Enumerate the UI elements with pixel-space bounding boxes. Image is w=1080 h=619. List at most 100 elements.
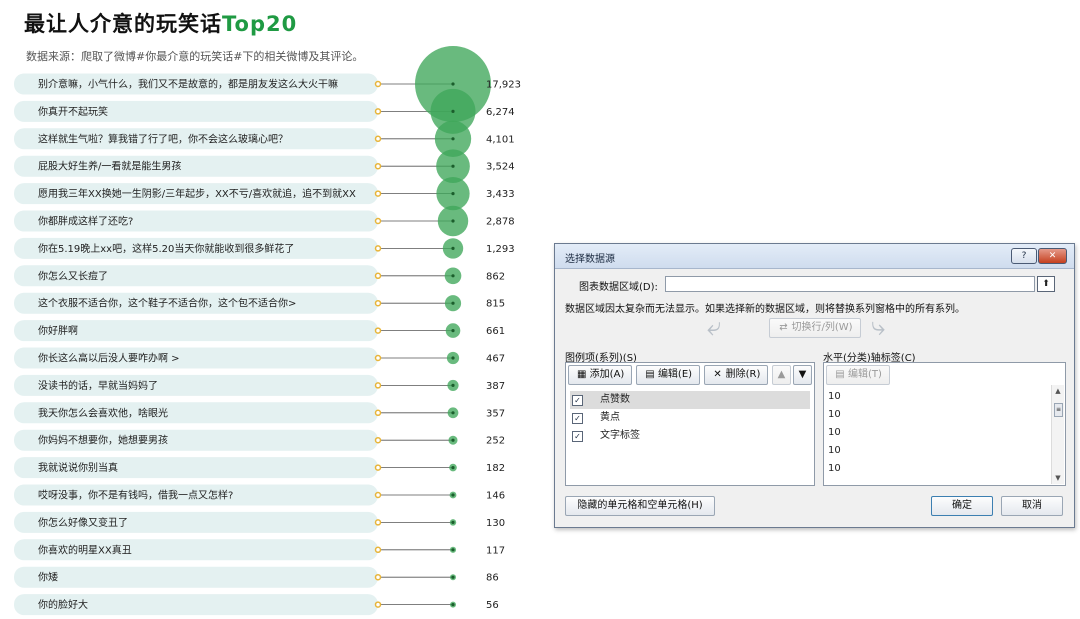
row-label: 别介意嘛，小气什么，我们又不是故意的，都是朋友发这么大火干嘛: [38, 78, 338, 91]
collapse-dialog-button[interactable]: ⬆: [1037, 276, 1055, 292]
bubble-center-dot: [451, 493, 455, 497]
category-item[interactable]: 10: [828, 406, 841, 423]
add-series-button[interactable]: ▦ 添加(A): [568, 365, 632, 385]
scroll-up-icon[interactable]: ▲: [1052, 385, 1064, 397]
yellow-dot: [374, 382, 382, 389]
yellow-dot: [374, 245, 382, 252]
dialog-titlebar: 选择数据源 ? ✕: [555, 244, 1074, 269]
row-label: 这个衣服不适合你，这个鞋子不适合你，这个包不适合你>: [38, 297, 296, 310]
series-checkbox[interactable]: ✓: [572, 395, 583, 406]
delete-series-button[interactable]: ✕ 删除(R): [704, 365, 768, 385]
bubble-center-dot: [451, 219, 455, 223]
category-item[interactable]: 10: [828, 442, 841, 459]
row-label: 你真开不起玩笑: [38, 105, 108, 118]
row-label: 我就说说你别当真: [38, 461, 118, 474]
value-label: 3,433: [486, 189, 515, 200]
value-label: 862: [486, 271, 505, 282]
row-label: 没读书的话，早就当妈妈了: [38, 379, 158, 392]
move-up-icon: ▲: [777, 369, 786, 380]
category-scrollbar[interactable]: ▲ ≡ ▼: [1051, 385, 1064, 484]
close-button[interactable]: ✕: [1038, 248, 1067, 264]
bubble-center-dot: [451, 466, 455, 470]
yellow-dot: [374, 409, 382, 417]
ok-button[interactable]: 确定: [931, 496, 993, 516]
row-label: 你喜欢的明星XX真丑: [38, 543, 132, 556]
scroll-thumb[interactable]: ≡: [1054, 403, 1063, 417]
range-input[interactable]: [665, 276, 1035, 292]
label-bars: [14, 73, 378, 616]
value-label: 182: [486, 463, 505, 474]
hidden-empty-cells-button[interactable]: 隐藏的单元格和空单元格(H): [565, 496, 715, 516]
row-label: 你妈妈不想要你，她想要男孩: [38, 434, 168, 447]
value-label: 117: [486, 545, 505, 556]
range-label: 图表数据区域(D):: [579, 282, 658, 293]
move-up-button[interactable]: ▲: [772, 365, 791, 385]
help-button[interactable]: ?: [1011, 248, 1037, 264]
bubble-center-dot: [451, 109, 455, 113]
select-data-source-dialog: 选择数据源 ? ✕ 图表数据区域(D): ⬆ 数据区域因太复杂而无法显示。如果选…: [554, 243, 1075, 528]
row-label: 愿用我三年XX换她一生阴影/三年起步，XX不亏/喜欢就追，追不到就XX: [38, 187, 356, 200]
series-item[interactable]: ✓ 文字标签: [570, 427, 810, 445]
bubble-center-dot: [451, 301, 455, 305]
value-label: 56: [486, 600, 499, 611]
series-item[interactable]: ✓ 点赞数: [570, 391, 810, 409]
yellow-dot: [374, 299, 382, 307]
value-label: 2,878: [486, 217, 515, 228]
row-label: 你怎么好像又变丑了: [38, 516, 128, 529]
bubbles: [415, 46, 491, 608]
row-label: 哎呀没事，你不是有钱吗，借我一点又怎样?: [38, 489, 233, 502]
yellow-dot: [374, 272, 382, 280]
row-label: 你好胖啊: [38, 324, 78, 337]
value-label: 1,293: [486, 244, 515, 255]
edit-icon: ▤: [645, 369, 655, 380]
yellow-dot: [374, 436, 382, 444]
yellow-dot: [374, 217, 382, 225]
bubble-center-dot: [451, 192, 455, 196]
bubble-center-dot: [451, 164, 455, 168]
value-label: 252: [486, 436, 505, 447]
value-label: 387: [486, 381, 505, 392]
category-item[interactable]: 10: [828, 460, 841, 477]
row-label: 屁股大好生养/一看就是能生男孩: [38, 160, 181, 173]
value-label: 815: [486, 299, 505, 310]
bubble-center-dot: [451, 548, 455, 552]
row-label: 你在5.19晚上xx吧，这样5.20当天你就能收到很多鲜花了: [38, 242, 294, 255]
series-item[interactable]: ✓ 黄点: [570, 409, 810, 427]
bubble-center-dot: [451, 383, 455, 387]
yellow-dot: [374, 519, 382, 526]
series-checkbox[interactable]: ✓: [572, 413, 583, 424]
bubble-center-dot: [451, 603, 455, 607]
delete-icon: ✕: [713, 369, 722, 380]
value-label: 6,274: [486, 107, 515, 118]
row-label: 你的脸好大: [38, 598, 88, 611]
bubble-center-dot: [451, 520, 455, 525]
yellow-dot: [374, 573, 382, 581]
collapse-up-icon: ⬆: [1042, 279, 1050, 289]
yellow-dot: [374, 601, 382, 608]
row-label: 你长这么高以后没人要咋办啊 >: [38, 352, 180, 365]
row-label: 我天你怎么会喜欢他，啥眼光: [38, 406, 168, 419]
range-message: 数据区域因太复杂而无法显示。如果选择新的数据区域，则将替换系列窗格中的所有系列。: [565, 304, 965, 315]
yellow-dot: [374, 354, 382, 362]
yellow-dot: [374, 190, 382, 197]
yellow-dot: [374, 108, 382, 115]
cancel-button[interactable]: 取消: [1001, 496, 1063, 516]
yellow-dot: [374, 464, 382, 471]
category-item[interactable]: 10: [828, 424, 841, 441]
bubble-center-dot: [451, 575, 455, 579]
arrow-left-icon: ⤶: [707, 312, 722, 342]
bubble-center-dot: [451, 246, 455, 250]
move-down-button[interactable]: ▼: [793, 365, 812, 385]
edit-category-button[interactable]: ▤ 编辑(T): [826, 365, 890, 385]
row-label-bar: [14, 566, 378, 588]
row-label: 你都胖成这样了还吃?: [38, 215, 133, 228]
edit-series-button[interactable]: ▤ 编辑(E): [636, 365, 700, 385]
move-down-icon: ▼: [798, 369, 807, 380]
scroll-down-icon[interactable]: ▼: [1052, 472, 1064, 484]
switch-row-column-button[interactable]: ⇄ 切换行/列(W): [769, 318, 861, 338]
bubble-center-dot: [451, 82, 455, 86]
bubble-center-dot: [451, 274, 455, 278]
value-label: 467: [486, 354, 505, 365]
series-checkbox[interactable]: ✓: [572, 431, 583, 442]
category-item[interactable]: 10: [828, 388, 841, 405]
